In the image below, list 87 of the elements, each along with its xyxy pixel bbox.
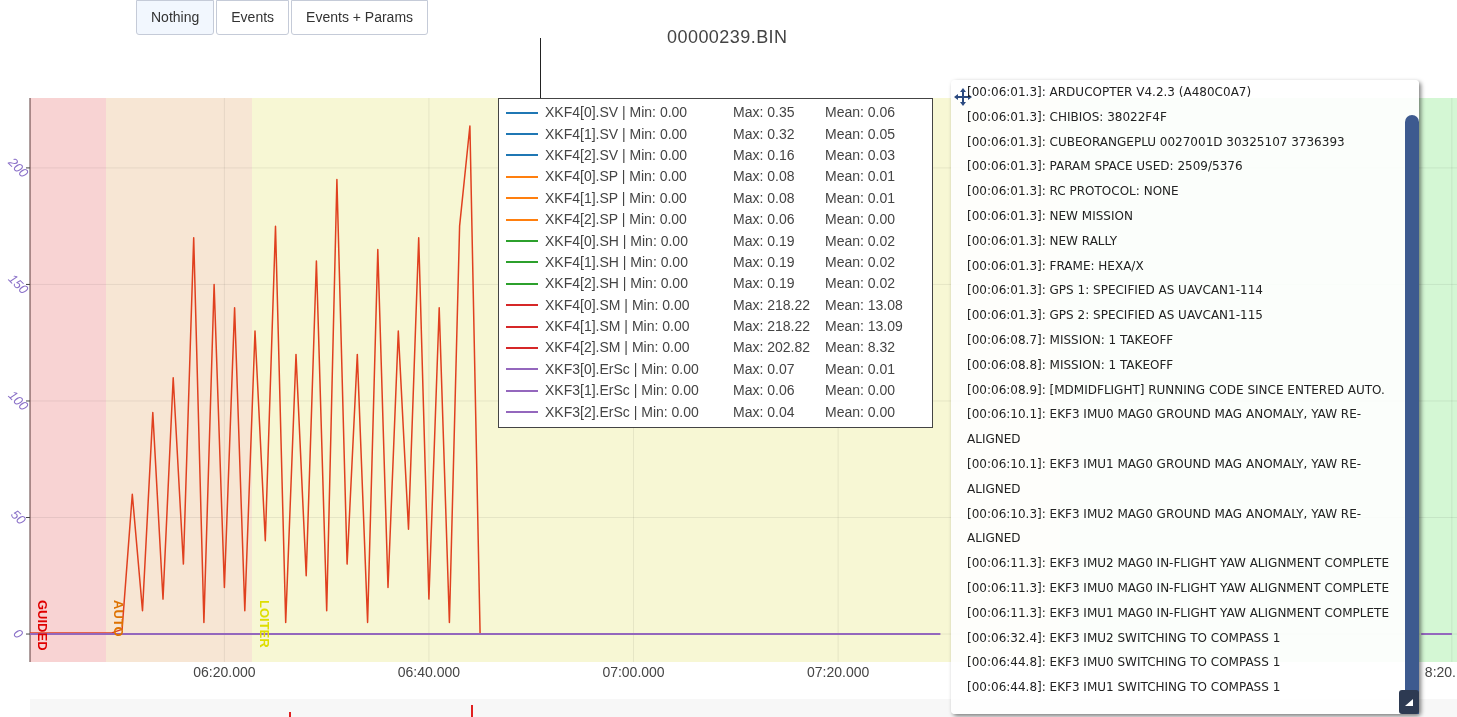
filter-button[interactable]: Nothing [136, 0, 215, 35]
x-tick-label: 07:00.000 [602, 664, 665, 680]
legend-series-label: XKF4[2].SV | Min: 0.00 [545, 145, 689, 165]
legend-series-label: XKF3[1].ErSc | Min: 0.00 [545, 381, 700, 401]
legend-max-value: Max: 0.04 [733, 402, 796, 422]
legend-max-value: Max: 0.08 [733, 167, 796, 187]
legend-series-label: XKF4[2].SH | Min: 0.00 [545, 274, 689, 294]
legend-series-label: XKF4[1].SP | Min: 0.00 [545, 188, 688, 208]
legend-mean-value: Mean: 0.06 [825, 103, 896, 123]
legend-mean-value: Mean: 0.02 [825, 274, 896, 294]
y-tick-label: 150 [5, 271, 32, 298]
legend-max-value: Max: 0.19 [733, 274, 796, 294]
legend-series-label: XKF4[2].SM | Min: 0.00 [545, 338, 691, 358]
flight-mode-label: AUTO [111, 600, 126, 637]
legend-max-value: Max: 0.16 [733, 145, 796, 165]
hover-line [540, 38, 541, 98]
legend-max-value: Max: 218.22 [733, 295, 812, 315]
log-message: [00:06:44.8]: EKF3 IMU1 SWITCHING TO COMPASS 1 [967, 679, 1282, 697]
log-message: [00:06:01.3]: GPS 2: SPECIFIED AS UAVCAN1-115 [967, 307, 1264, 325]
legend-mean-value: Mean: 0.02 [825, 231, 896, 251]
scrollbar-thumb[interactable] [1405, 115, 1419, 714]
legend-series-label: XKF4[0].SV | Min: 0.00 [545, 103, 689, 123]
log-message: [00:06:08.7]: MISSION: 1 TAKEOFF [967, 331, 1175, 349]
log-message: [00:06:11.3]: EKF3 IMU2 MAG0 IN-FLIGHT YAW ALIGNMENT COMPLETE [967, 555, 1391, 573]
legend-series-label: XKF4[0].SH | Min: 0.00 [545, 231, 689, 251]
log-message: [00:06:01.3]: CHIBIOS: 38022F4F [967, 108, 1168, 126]
legend-series-label: XKF3[2].ErSc | Min: 0.00 [545, 402, 700, 422]
legend-mean-value: Mean: 0.01 [825, 359, 896, 379]
legend-max-value: Max: 0.08 [733, 188, 796, 208]
y-tick-label: 50 [7, 506, 29, 528]
resize-handle-icon[interactable] [1399, 690, 1419, 714]
log-message: [00:06:01.3]: NEW MISSION [967, 208, 1134, 225]
log-message: [00:06:08.8]: MISSION: 1 TAKEOFF [967, 356, 1175, 374]
log-message: [00:06:44.8]: EKF3 IMU0 SWITCHING TO COMPASS 1 [967, 654, 1282, 672]
legend-series-label: XKF4[1].SM | Min: 0.00 [545, 317, 691, 337]
legend-mean-value: Mean: 0.02 [825, 252, 896, 272]
legend-max-value: Max: 0.32 [733, 124, 796, 144]
legend-mean-value: Mean: 0.00 [825, 381, 896, 401]
y-tick-label: 100 [5, 387, 32, 414]
x-tick-label: 06:20.000 [193, 664, 256, 680]
legend-series-label: XKF4[1].SH | Min: 0.00 [545, 252, 689, 272]
legend-max-value: Max: 0.35 [733, 103, 796, 123]
log-message: [00:06:01.3]: ARDUCOPTER V4.2.3 (A480C0A7) [967, 84, 1253, 101]
y-tick-label: 0 [10, 625, 27, 642]
legend-max-value: Max: 218.22 [733, 317, 812, 337]
legend-max-value: Max: 0.07 [733, 359, 796, 379]
log-message: [00:06:08.9]: [MDMIDFLIGHT] RUNNING CODE SINCE ENTERED AUTO. [967, 381, 1386, 399]
x-tick-label: 06:40.000 [397, 664, 461, 680]
legend-series-label: XKF3[0].ErSc | Min: 0.00 [545, 359, 700, 379]
log-message: [00:06:01.3]: FRAME: HEXA/X [967, 257, 1145, 275]
log-message: [00:06:11.3]: EKF3 IMU0 MAG0 IN-FLIGHT YAW ALIGNMENT COMPLETE [967, 579, 1391, 597]
legend-series-label: XKF4[2].SP | Min: 0.00 [545, 210, 688, 230]
legend-max-value: Max: 202.82 [733, 338, 812, 358]
legend-series-label: XKF4[0].SP | Min: 0.00 [545, 167, 688, 187]
legend-mean-value: Mean: 0.00 [825, 402, 896, 422]
filter-button[interactable]: Events [216, 0, 290, 35]
chart-title: 00000239.BIN [667, 26, 788, 49]
y-tick-label: 200 [5, 154, 32, 181]
legend-mean-value: Mean: 0.03 [825, 145, 896, 165]
legend-max-value: Max: 0.19 [733, 231, 796, 251]
legend-max-value: Max: 0.19 [733, 252, 796, 272]
log-message: [00:06:01.3]: GPS 1: SPECIFIED AS UAVCAN1-114 [967, 282, 1264, 300]
log-message: [00:06:01.3]: NEW RALLY [967, 232, 1118, 250]
log-message: [00:06:10.3]: EKF3 IMU2 MAG0 GROUND MAG ANOMALY, YAW RE-ALIGNED [967, 505, 1363, 548]
legend-max-value: Max: 0.06 [733, 381, 796, 401]
legend-mean-value: Mean: 0.01 [825, 188, 896, 208]
flight-mode-label: LOITER [257, 600, 272, 648]
x-tick-label: 07:20.000 [806, 664, 870, 680]
legend-mean-value: Mean: 0.01 [825, 167, 896, 187]
legend-series-label: XKF4[1].SV | Min: 0.00 [545, 124, 689, 144]
log-message: [00:06:10.1]: EKF3 IMU0 MAG0 GROUND MAG ANOMALY, YAW RE-ALIGNED [967, 406, 1363, 449]
flight-mode-label: GUIDED [35, 600, 50, 651]
legend-max-value: Max: 0.06 [733, 210, 796, 230]
log-message: [00:06:10.1]: EKF3 IMU1 MAG0 GROUND MAG ANOMALY, YAW RE-ALIGNED [967, 455, 1363, 498]
filter-button[interactable]: Events + Params [291, 0, 429, 35]
x-tick-label: 8:20. [1424, 664, 1456, 680]
log-message: [00:06:01.3]: PARAM SPACE USED: 2509/5376 [967, 158, 1244, 176]
legend-mean-value: Mean: 13.08 [825, 295, 903, 315]
log-message: [00:06:01.3]: CUBEORANGEPLU 0027001D 30325107 3736393 [967, 133, 1346, 151]
legend-mean-value: Mean: 0.05 [825, 124, 896, 144]
legend-mean-value: Mean: 13.09 [825, 317, 903, 337]
legend-series-label: XKF4[0].SM | Min: 0.00 [545, 295, 691, 315]
log-message: [00:06:11.3]: EKF3 IMU1 MAG0 IN-FLIGHT YAW ALIGNMENT COMPLETE [967, 604, 1391, 622]
legend-mean-value: Mean: 8.32 [825, 338, 896, 358]
log-message: [00:06:32.4]: EKF3 IMU2 SWITCHING TO COMPASS 1 [967, 629, 1282, 647]
log-message: [00:06:01.3]: RC PROTOCOL: NONE [967, 183, 1180, 201]
legend-mean-value: Mean: 0.00 [825, 210, 896, 230]
